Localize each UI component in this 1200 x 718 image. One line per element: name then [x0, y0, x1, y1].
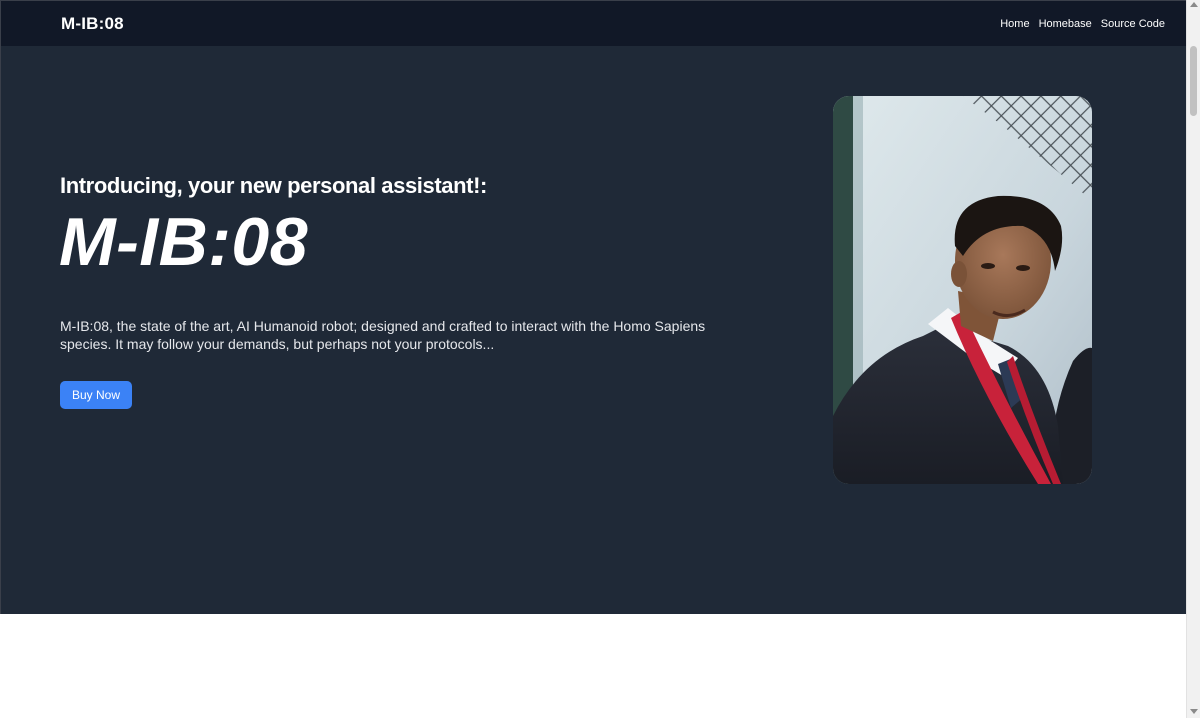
nav-link-source-code[interactable]: Source Code — [1101, 17, 1165, 31]
nav-link-home[interactable]: Home — [1000, 17, 1029, 31]
brand-link[interactable]: M-IB:08 — [61, 14, 124, 34]
navbar: M-IB:08 Home Homebase Source Code — [0, 0, 1186, 46]
portrait-photo — [833, 96, 1092, 484]
vertical-scrollbar[interactable] — [1186, 0, 1200, 718]
nav-links: Home Homebase Source Code — [1000, 17, 1165, 31]
hero-description: M-IB:08, the state of the art, AI Humano… — [60, 318, 706, 352]
buy-now-button[interactable]: Buy Now — [60, 381, 132, 409]
scroll-up-arrow-icon[interactable] — [1190, 2, 1198, 7]
nav-link-homebase[interactable]: Homebase — [1039, 17, 1092, 31]
hero-title: M-IB:08 — [59, 204, 309, 280]
page: M-IB:08 Home Homebase Source Code Introd… — [0, 0, 1186, 718]
portrait-photo-illustration — [833, 96, 1092, 484]
scroll-down-arrow-icon[interactable] — [1190, 709, 1198, 714]
scrollbar-thumb[interactable] — [1190, 46, 1197, 116]
hero-intro-heading: Introducing, your new personal assistant… — [60, 173, 487, 198]
hero-section: Introducing, your new personal assistant… — [0, 46, 1186, 614]
